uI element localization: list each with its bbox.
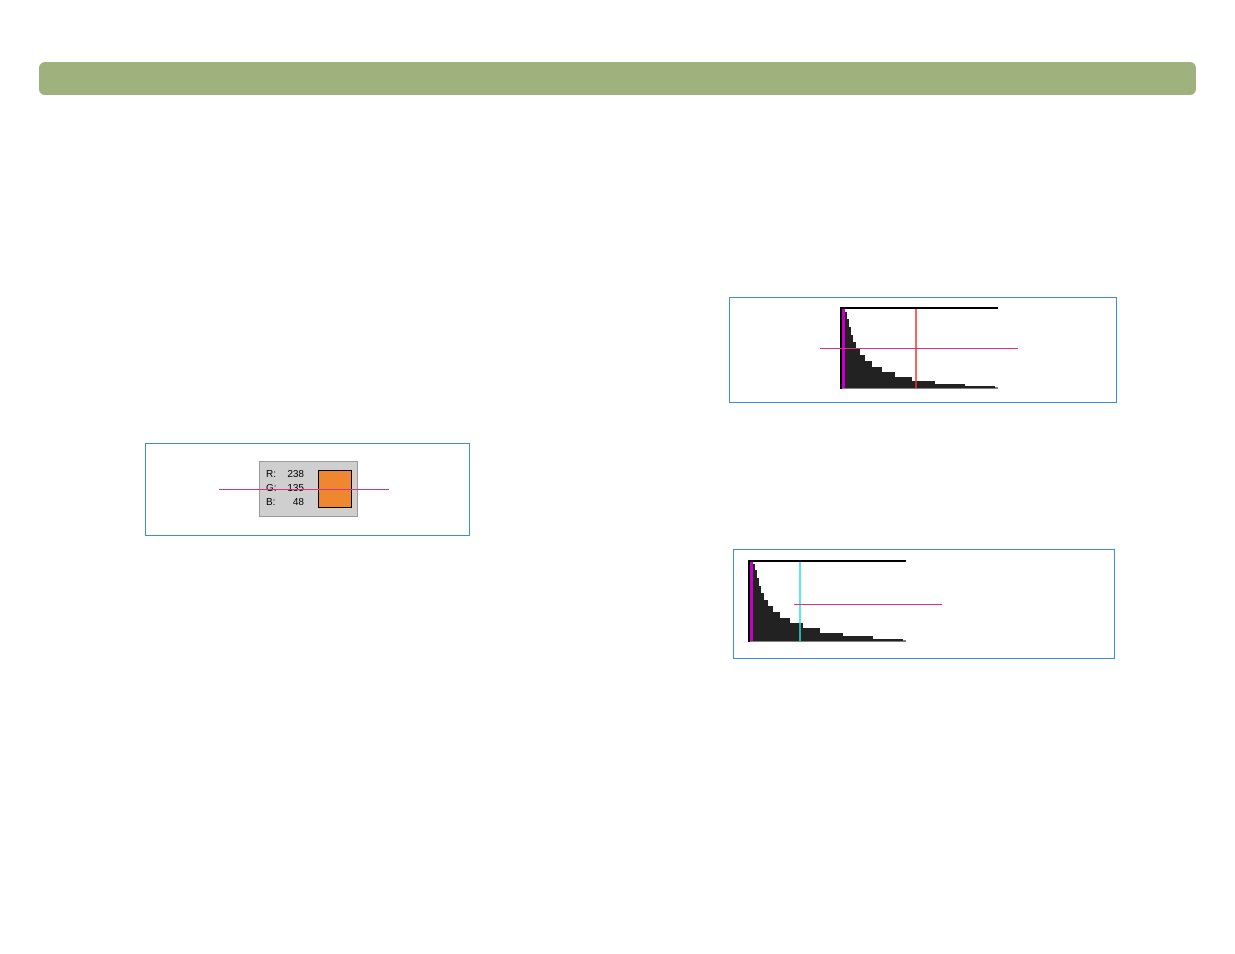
histogram-bottom	[748, 560, 906, 642]
annotation-line	[219, 489, 389, 490]
histogram-panel-bottom	[733, 549, 1115, 659]
histogram-panel-top	[729, 297, 1117, 403]
rgb-b-label: B:	[266, 496, 280, 510]
rgb-r-label: R:	[266, 468, 280, 482]
rgb-info-panel: R: 238 G: 135 B: 48	[145, 443, 470, 536]
rgb-b-value: 48	[280, 496, 304, 510]
rgb-r-value: 238	[280, 468, 304, 482]
annotation-line	[794, 604, 942, 605]
header-bar	[39, 62, 1196, 95]
annotation-line	[820, 348, 1018, 349]
